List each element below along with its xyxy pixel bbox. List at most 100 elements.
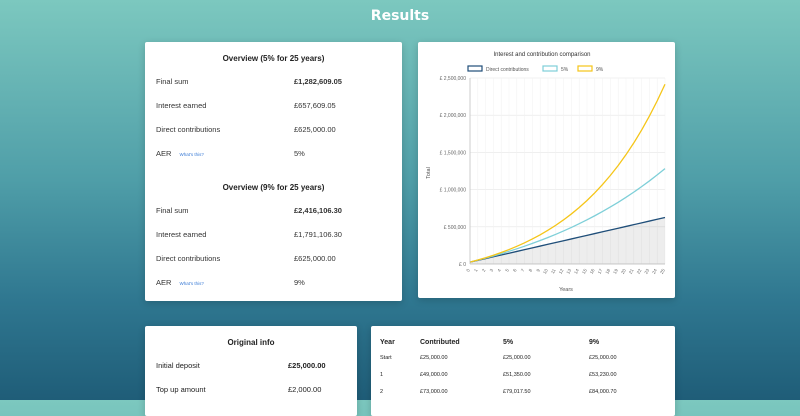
- original-value: £2,000.00: [288, 384, 322, 394]
- column-header-9pct: 9%: [589, 338, 600, 346]
- legend-label: 9%: [596, 67, 604, 73]
- x-tick-label: 10: [542, 268, 549, 275]
- table-cell: £79,017.50: [503, 388, 531, 395]
- y-tick-label: £ 0: [459, 262, 466, 268]
- x-tick-label: 6: [512, 268, 518, 273]
- x-tick-label: 8: [528, 268, 534, 273]
- x-tick-label: 23: [643, 268, 650, 275]
- x-tick-label: 16: [589, 268, 596, 275]
- table-cell: Start: [380, 354, 392, 361]
- overview-value: £625,000.00: [294, 124, 336, 134]
- x-tick-label: 1: [473, 268, 479, 273]
- results-table-card: Year Contributed 5% 9% Start £25,000.00 …: [371, 326, 675, 416]
- column-header-contributed: Contributed: [420, 338, 460, 346]
- x-tick-label: 4: [496, 268, 502, 273]
- x-tick-label: 18: [604, 268, 611, 275]
- y-tick-label: £ 1,500,000: [440, 150, 467, 156]
- table-cell: £73,000.00: [420, 388, 448, 395]
- whats-this-link[interactable]: What's this?: [180, 152, 204, 157]
- overview-row-final-sum: Final sum £1,282,609.05: [145, 69, 402, 93]
- overview-row-final-sum: Final sum £2,416,106.30: [145, 198, 402, 222]
- overview-value: £1,791,106.30: [294, 229, 342, 239]
- table-cell: £25,000.00: [420, 354, 448, 361]
- x-tick-label: 3: [489, 268, 495, 273]
- overview-label: Final sum: [156, 76, 189, 86]
- overview-row-contributions: Direct contributions £625,000.00: [145, 246, 402, 270]
- overview-value: £657,609.05: [294, 100, 336, 110]
- overview-aer-label-wrap: AER What's this?: [156, 149, 294, 158]
- x-tick-label: 21: [628, 268, 635, 275]
- x-tick-label: 22: [636, 268, 643, 275]
- original-row-top-up: Top up amount £2,000.00: [145, 377, 357, 401]
- overview-value: £2,416,106.30: [294, 205, 342, 215]
- chart-card: Interest and contribution comparison Dir…: [418, 42, 675, 298]
- overview-label: AER: [156, 277, 172, 287]
- overview-value: 5%: [294, 148, 305, 158]
- overview-value: £1,282,609.05: [294, 76, 342, 86]
- legend-swatch: [467, 65, 483, 72]
- overview-row-contributions: Direct contributions £625,000.00: [145, 117, 402, 141]
- overview-card: Overview (5% for 25 years) Final sum £1,…: [145, 42, 402, 301]
- page-title: Results: [370, 8, 430, 24]
- table-cell: £49,000.00: [420, 371, 448, 378]
- overview-title: Overview (5% for 25 years): [222, 54, 325, 63]
- x-tick-label: 19: [612, 268, 619, 275]
- overview-label: Interest earned: [156, 100, 207, 110]
- overview-row-aer: AER What's this? 9%: [145, 270, 402, 294]
- x-tick-label: 15: [581, 268, 588, 275]
- whats-this-link[interactable]: What's this?: [180, 281, 204, 286]
- original-label: Initial deposit: [156, 360, 200, 370]
- overview-aer-label-wrap: AER What's this?: [156, 278, 294, 287]
- original-info-title: Original info: [227, 338, 275, 347]
- table-row: 1 £49,000.00 £51,350.00 £53,230.00: [380, 366, 669, 383]
- x-tick-label: 2: [481, 268, 487, 273]
- overview-value: £625,000.00: [294, 253, 336, 263]
- overview-label: Direct contributions: [156, 124, 221, 134]
- results-table: Year Contributed 5% 9% Start £25,000.00 …: [380, 335, 669, 400]
- x-tick-label: 0: [465, 268, 471, 273]
- column-header-5pct: 5%: [503, 338, 514, 346]
- overview-row-aer: AER What's this? 5%: [145, 141, 402, 165]
- legend-swatch: [542, 65, 558, 72]
- x-tick-label: 9: [535, 268, 541, 273]
- x-axis-label: Years: [559, 287, 573, 293]
- chart-title: Interest and contribution comparison: [493, 52, 590, 58]
- x-tick-label: 20: [620, 268, 627, 275]
- x-tick-label: 7: [520, 268, 526, 273]
- overview-section-5: Overview (5% for 25 years) Final sum £1,…: [145, 54, 402, 165]
- table-cell: £51,350.00: [503, 371, 531, 378]
- original-info-card: Original info Initial deposit £25,000.00…: [145, 326, 357, 416]
- x-tick-label: 12: [558, 268, 565, 275]
- overview-section-9: Overview (9% for 25 years) Final sum £2,…: [145, 183, 402, 294]
- overview-title: Overview (9% for 25 years): [222, 183, 325, 192]
- x-tick-label: 5: [504, 268, 510, 273]
- y-tick-label: £ 2,500,000: [440, 76, 467, 82]
- overview-value: 9%: [294, 277, 305, 287]
- table-row: 2 £73,000.00 £79,017.50 £84,000.70: [380, 383, 669, 400]
- legend-label: 5%: [561, 67, 569, 73]
- legend-label: Direct contributions: [486, 67, 529, 73]
- x-tick-label: 14: [573, 268, 580, 275]
- table-row: Start £25,000.00 £25,000.00 £25,000.00: [380, 349, 669, 366]
- table-cell: 2: [380, 388, 384, 395]
- x-tick-label: 25: [659, 268, 666, 275]
- y-tick-label: £ 500,000: [444, 225, 466, 231]
- overview-row-interest: Interest earned £657,609.05: [145, 93, 402, 117]
- original-value: £25,000.00: [288, 360, 326, 370]
- overview-row-interest: Interest earned £1,791,106.30: [145, 222, 402, 246]
- overview-label: Direct contributions: [156, 253, 221, 263]
- y-axis-label: Total: [426, 167, 432, 179]
- table-cell: 1: [380, 371, 384, 378]
- y-tick-label: £ 2,000,000: [440, 113, 467, 119]
- x-tick-label: 17: [597, 268, 604, 275]
- column-header-year: Year: [380, 338, 395, 346]
- overview-label: Final sum: [156, 205, 189, 215]
- x-tick-label: 11: [550, 268, 557, 275]
- y-tick-label: £ 1,000,000: [440, 188, 467, 194]
- original-row-initial-deposit: Initial deposit £25,000.00: [145, 353, 357, 377]
- x-tick-label: 24: [651, 268, 658, 275]
- overview-label: Interest earned: [156, 229, 207, 239]
- overview-label: AER: [156, 148, 172, 158]
- table-cell: £25,000.00: [589, 354, 617, 361]
- table-cell: £25,000.00: [503, 354, 531, 361]
